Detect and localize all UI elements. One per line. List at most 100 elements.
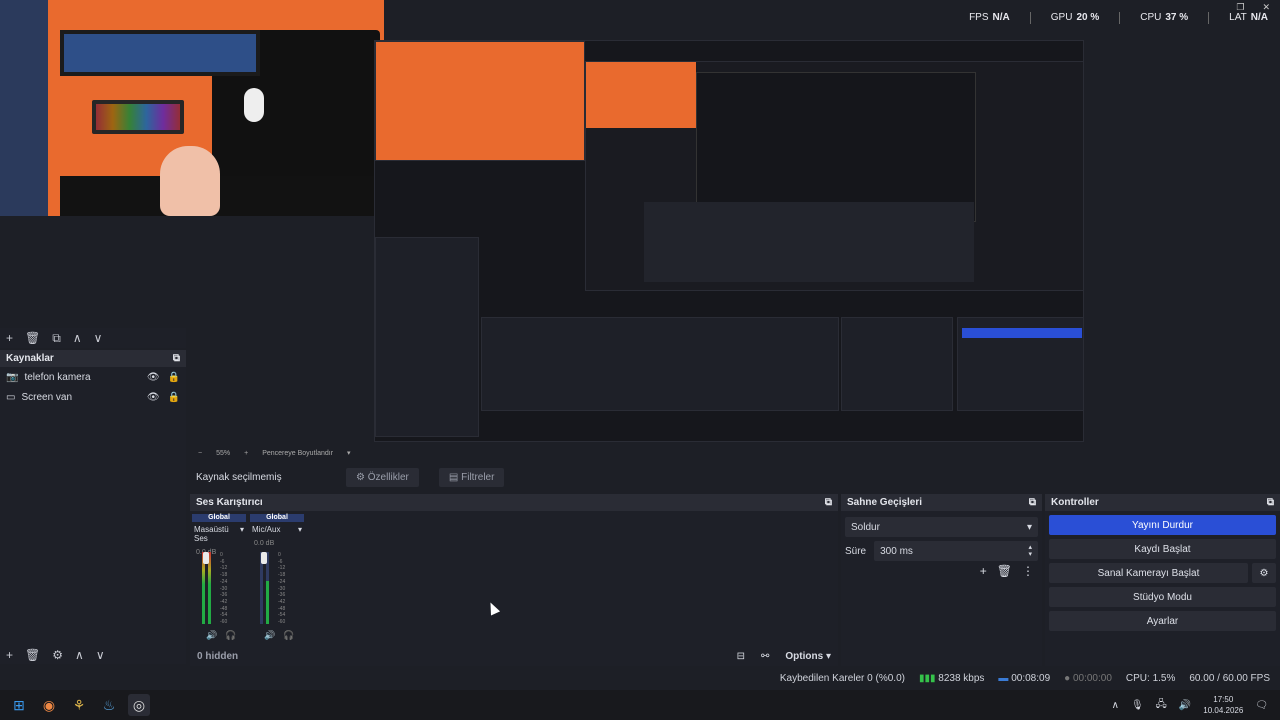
- stream-icon: ▬: [998, 672, 1009, 684]
- nested-controls: [957, 317, 1083, 411]
- move-up-button[interactable]: ∧: [75, 648, 84, 662]
- close-icon[interactable]: ✕: [1262, 2, 1270, 13]
- mixer-title: Ses Karıştırıcı: [196, 497, 263, 508]
- volume-slider[interactable]: [261, 552, 267, 564]
- source-label: telefon kamera: [24, 371, 91, 383]
- move-down-button[interactable]: ∨: [96, 648, 105, 662]
- add-source-button[interactable]: +: [6, 648, 13, 662]
- clock[interactable]: 17:50 10.04.2026: [1203, 694, 1243, 716]
- settings-button[interactable]: Ayarlar: [1049, 611, 1276, 631]
- camera-feed: [0, 0, 384, 216]
- remove-source-button[interactable]: 🗑: [25, 648, 40, 662]
- add-transition-button[interactable]: +: [980, 564, 987, 578]
- headphones-icon[interactable]: 🎧: [225, 630, 236, 641]
- zoom-level: 55%: [216, 449, 231, 457]
- obs-icon[interactable]: ◎: [128, 694, 150, 716]
- chevron-down-icon[interactable]: ▾: [347, 449, 351, 457]
- undock-icon[interactable]: ⧉: [825, 497, 832, 508]
- channel-name[interactable]: Mic/Aux ▾: [250, 525, 304, 534]
- visibility-icon[interactable]: 👁: [147, 372, 160, 383]
- filters-button[interactable]: ▤ Filtreler: [438, 467, 505, 487]
- channel-db: 0.0 dB: [254, 540, 275, 547]
- no-source-label: Kaynak seçilmemiş: [196, 471, 282, 483]
- scene-filter-button[interactable]: ⧉: [52, 331, 61, 346]
- move-down-button[interactable]: ∨: [94, 331, 103, 345]
- restore-icon[interactable]: ❐: [1236, 2, 1244, 13]
- lock-icon[interactable]: 🔒: [168, 372, 180, 383]
- cpu-usage: CPU: 1.5%: [1125, 672, 1176, 684]
- steam-icon[interactable]: ♨: [98, 694, 120, 716]
- remove-scene-button[interactable]: 🗑: [25, 331, 40, 345]
- record-time: ● 00:00:00: [1064, 672, 1112, 684]
- source-settings-button[interactable]: ⚙: [52, 648, 63, 662]
- undock-icon[interactable]: ⧉: [173, 353, 180, 364]
- monitor-icon: ▭: [6, 391, 16, 403]
- transition-select[interactable]: Soldur ▾: [845, 517, 1038, 537]
- mixer-footer: 0 hidden ⊟ ⚯ Options ▾: [190, 646, 838, 666]
- speaker-icon[interactable]: 🔊: [206, 630, 217, 641]
- network-icon[interactable]: 🖧: [1156, 697, 1167, 714]
- duration-input[interactable]: 300 ms ▴ ▾: [874, 541, 1038, 561]
- add-scene-button[interactable]: +: [6, 331, 13, 345]
- controls-header: Kontroller ⧉: [1045, 494, 1280, 511]
- chevron-down-icon: ▾: [1026, 521, 1032, 533]
- chevron-up-icon[interactable]: ∧: [1112, 700, 1119, 711]
- meter-scale: 0 -6 -12 -18 -24 -30 -36 -42 -48 -54 -60: [278, 552, 286, 626]
- microphone-icon[interactable]: 🎙: [1131, 700, 1144, 711]
- meter-scale: 0 -6 -12 -18 -24 -30 -36 -42 -48 -54 -60: [220, 552, 228, 626]
- channel-tag: Global: [192, 514, 246, 522]
- nested-sources-dock: [375, 237, 479, 437]
- hidden-count[interactable]: 0 hidden: [197, 651, 737, 662]
- source-item-camera[interactable]: 📷 telefon kamera 👁 🔒: [0, 367, 186, 387]
- taskbar: ⊞ ◉ ⚘ ♨ ◎ ∧ 🎙 🖧 🔊 17:50 10.04.2026 🗨: [0, 690, 1280, 720]
- cpu-stat: CPU 37 %: [1140, 12, 1189, 23]
- chrome-icon[interactable]: ◉: [38, 694, 60, 716]
- volume-icon[interactable]: 🔊: [1179, 700, 1191, 711]
- mixer-header: Ses Karıştırıcı ⧉: [190, 494, 838, 511]
- channel-name[interactable]: Masaüstü Ses ▾: [192, 525, 246, 543]
- signal-icon: ▮▮▮: [918, 672, 936, 684]
- window-controls: ❐ ✕: [1236, 2, 1270, 13]
- program-preview[interactable]: [374, 40, 1084, 442]
- visibility-icon[interactable]: 👁: [147, 392, 160, 403]
- move-up-button[interactable]: ∧: [73, 331, 82, 345]
- options-button[interactable]: Options ▾: [785, 651, 831, 662]
- studio-mode-button[interactable]: Stüdyo Modu: [1049, 587, 1276, 607]
- source-item-screen[interactable]: ▭ Screen van 👁 🔒: [0, 387, 186, 407]
- channel-db: 0.0 dB: [196, 549, 217, 556]
- sources-header: Kaynaklar ⧉: [0, 350, 186, 367]
- system-tray: ∧ 🎙 🖧 🔊 17:50 10.04.2026 🗨: [1112, 690, 1268, 720]
- virtual-camera-button[interactable]: Sanal Kamerayı Başlat: [1049, 563, 1248, 583]
- fps-readout: 60.00 / 60.00 FPS: [1189, 672, 1270, 684]
- remove-transition-button[interactable]: 🗑: [997, 564, 1012, 578]
- duration-label: Süre: [845, 545, 867, 557]
- gear-icon[interactable]: ⚙: [1252, 563, 1276, 583]
- chevron-down-icon: ▾: [239, 525, 244, 534]
- resize-mode[interactable]: Pencereye Boyutlandır: [262, 450, 333, 457]
- controls-dock: Kontroller ⧉ Yayını Durdur Kaydı Başlat …: [1045, 494, 1280, 666]
- bitrate: ▮▮▮ 8238 kbps: [918, 672, 985, 684]
- audio-channel-desktop: Global Masaüstü Ses ▾ 0.0 dB 0 -6 -12 -18 -24…: [192, 514, 246, 646]
- monitor-image: [60, 30, 260, 76]
- controls-title: Kontroller: [1051, 497, 1099, 508]
- windows-start-icon[interactable]: ⊞: [8, 694, 30, 716]
- link-icon[interactable]: ⚯: [761, 651, 769, 662]
- gpu-stat: GPU 20 %: [1050, 12, 1100, 23]
- speaker-icon[interactable]: 🔊: [264, 630, 275, 641]
- lock-icon[interactable]: 🔒: [168, 392, 180, 403]
- transitions-title: Sahne Geçişleri: [847, 497, 923, 508]
- app-icon[interactable]: ⚘: [68, 694, 90, 716]
- start-record-button[interactable]: Kaydı Başlat: [1049, 539, 1276, 559]
- headphones-icon[interactable]: 🎧: [283, 630, 294, 641]
- zoom-in-button[interactable]: +: [244, 450, 248, 457]
- properties-button[interactable]: ⚙ Özellikler: [346, 467, 419, 487]
- stop-stream-button[interactable]: Yayını Durdur: [1049, 515, 1276, 535]
- more-icon[interactable]: ⋮: [1022, 564, 1034, 578]
- undock-icon[interactable]: ⧉: [1029, 497, 1036, 508]
- zoom-out-button[interactable]: −: [198, 450, 202, 457]
- layout-icon[interactable]: ⊟: [737, 651, 745, 662]
- volume-slider[interactable]: [203, 552, 209, 564]
- undock-icon[interactable]: ⧉: [1267, 497, 1274, 508]
- stream-time: ▬ 00:08:09: [998, 672, 1051, 684]
- notification-icon[interactable]: 🗨: [1255, 700, 1268, 711]
